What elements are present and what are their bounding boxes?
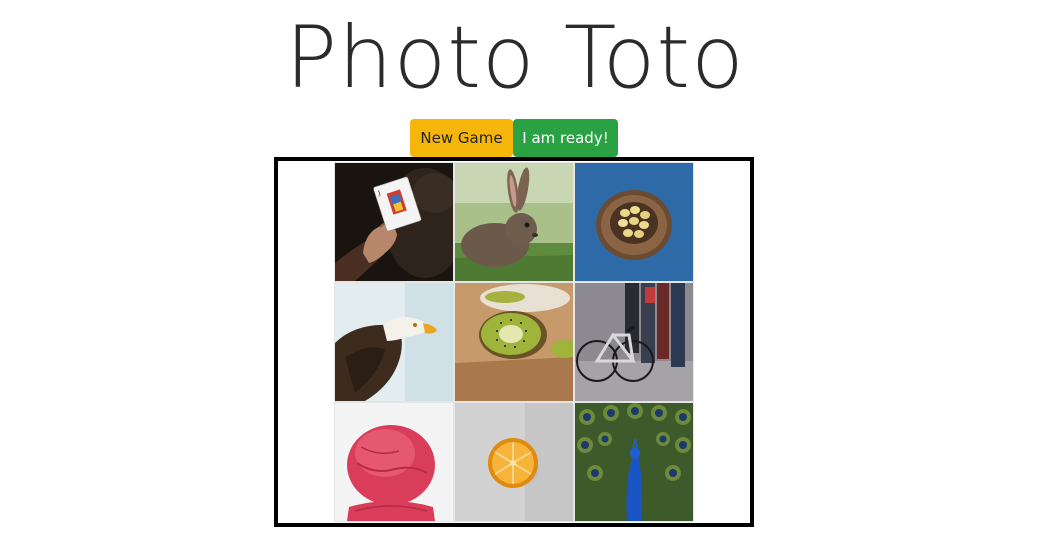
ready-button[interactable]: I am ready! — [513, 119, 618, 157]
orange-slice-image — [455, 403, 573, 521]
page-title: Photo Toto — [285, 8, 745, 108]
photo-tile-ice-cream[interactable] — [334, 402, 454, 522]
eagle-image — [335, 283, 453, 401]
ice-cream-image — [335, 403, 453, 521]
photo-tile-bird-nest[interactable] — [574, 162, 694, 282]
photo-tile-eagle[interactable] — [334, 282, 454, 402]
controls: New Game I am ready! — [410, 119, 618, 157]
photo-tile-peacock[interactable] — [574, 402, 694, 522]
photo-tile-orange-slice[interactable] — [454, 402, 574, 522]
photo-tile-kiwi[interactable] — [454, 282, 574, 402]
bird-nest-image — [575, 163, 693, 281]
kiwi-image — [455, 283, 573, 401]
joker-card-image: J — [335, 163, 453, 281]
bicycle-image — [575, 283, 693, 401]
new-game-button[interactable]: New Game — [410, 119, 513, 157]
photo-grid: J — [334, 162, 694, 522]
rabbit-image — [455, 163, 573, 281]
photo-tile-joker-card[interactable]: J — [334, 162, 454, 282]
photo-tile-bicycle[interactable] — [574, 282, 694, 402]
photo-tile-rabbit[interactable] — [454, 162, 574, 282]
peacock-image — [575, 403, 693, 521]
